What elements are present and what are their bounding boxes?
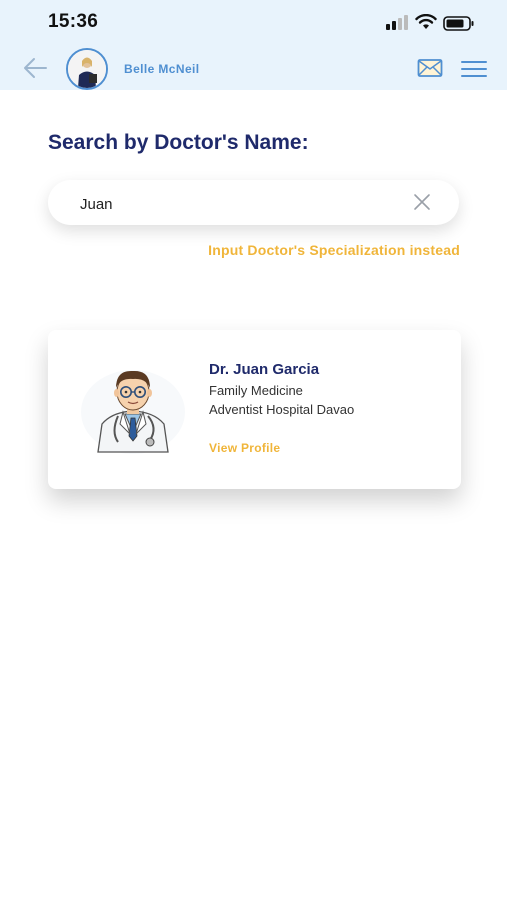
page-title: Search by Doctor's Name: [48, 131, 309, 154]
back-arrow-icon[interactable] [22, 56, 48, 80]
user-name[interactable]: Belle McNeil [124, 62, 200, 76]
header-bar: 15:36 Belle McNeil [0, 0, 507, 90]
cellular-signal-icon [386, 15, 408, 30]
search-input[interactable] [78, 192, 382, 216]
view-profile-link[interactable]: View Profile [209, 441, 280, 455]
doctor-hospital: Adventist Hospital Davao [209, 402, 355, 417]
close-icon[interactable] [413, 193, 431, 211]
doctor-avatar-image [81, 370, 185, 454]
battery-icon [443, 16, 474, 31]
wifi-icon [415, 14, 437, 29]
search-field[interactable] [48, 180, 459, 225]
doctor-name: Dr. Juan Garcia [209, 361, 320, 378]
doctor-specialization: Family Medicine [209, 383, 303, 398]
status-time: 15:36 [48, 11, 99, 32]
status-icons [385, 14, 477, 34]
avatar-image [68, 50, 106, 88]
user-avatar[interactable] [66, 48, 108, 90]
envelope-icon[interactable] [417, 58, 443, 78]
specialization-search-link[interactable]: Input Doctor's Specialization instead [208, 242, 460, 258]
hamburger-menu-icon[interactable] [461, 59, 487, 79]
